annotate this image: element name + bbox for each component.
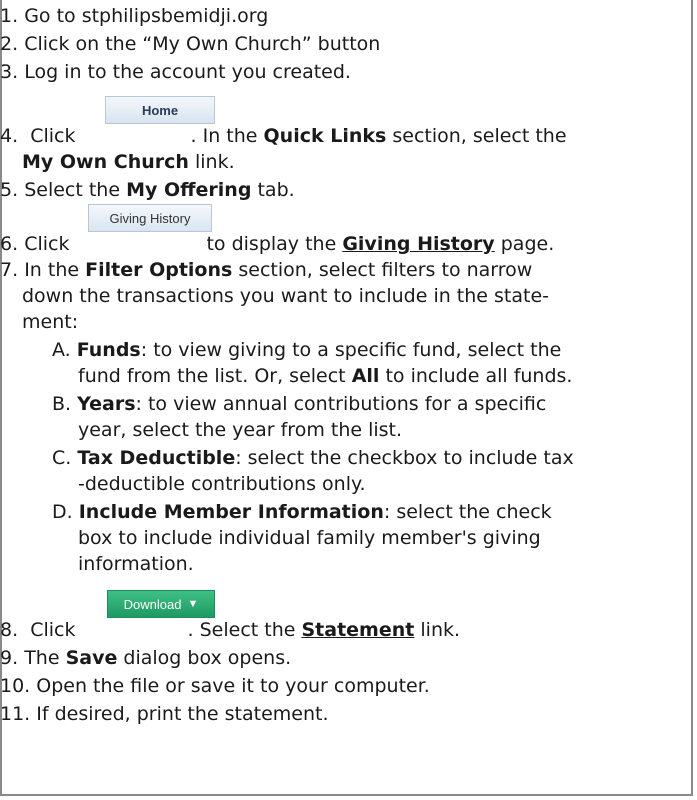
substep-d: D. Include Member Information: select th… xyxy=(52,501,552,523)
step-9: 9. The Save dialog box opens. xyxy=(0,647,292,669)
download-button-image: Download ▼ xyxy=(107,590,215,618)
step-8: 8. Click. Select the Statement link. xyxy=(0,619,461,641)
step-4-line-2: My Own Church link. xyxy=(22,151,235,173)
step-4: 4. Click. In the Quick Links section, se… xyxy=(0,125,567,147)
step-1-text: Go to stphilipsbemidji.org xyxy=(24,5,269,27)
substep-d-line-2: box to include individual family member'… xyxy=(78,527,541,549)
substep-a: A. Funds: to view giving to a specific f… xyxy=(52,339,562,361)
step-1: 1. Go to stphilipsbemidji.org xyxy=(0,5,269,27)
step-2: 2. Click on the “My Own Church” button xyxy=(0,33,381,55)
giving-history-button-image: Giving History xyxy=(88,204,212,232)
step-7-line-3: ment: xyxy=(22,311,79,333)
step-3: 3. Log in to the account you created. xyxy=(0,61,351,83)
step-11: 11. If desired, print the statement. xyxy=(0,703,329,725)
step-10: 10. Open the file or save it to your com… xyxy=(0,675,430,697)
substep-c: C. Tax Deductible: select the checkbox t… xyxy=(52,447,574,469)
caret-down-icon: ▼ xyxy=(187,598,199,610)
home-button-image: Home xyxy=(105,96,215,124)
step-7: 7. In the Filter Options section, select… xyxy=(0,259,533,281)
step-7-line-2: down the transactions you want to includ… xyxy=(22,285,550,307)
step-2-text: Click on the “My Own Church” button xyxy=(24,33,381,55)
substep-d-line-3: information. xyxy=(78,553,194,575)
step-3-text: Log in to the account you created. xyxy=(24,61,351,83)
step-5: 5. Select the My Offering tab. xyxy=(0,179,295,201)
substep-b: B. Years: to view annual contributions f… xyxy=(52,393,547,415)
substep-b-line-2: year, select the year from the list. xyxy=(78,419,403,441)
substep-a-line-2: fund from the list. Or, select All to in… xyxy=(78,365,573,387)
substep-c-line-2: -deductible contributions only. xyxy=(78,473,366,495)
step-6: 6. Click to display the Giving History pa… xyxy=(0,233,555,255)
